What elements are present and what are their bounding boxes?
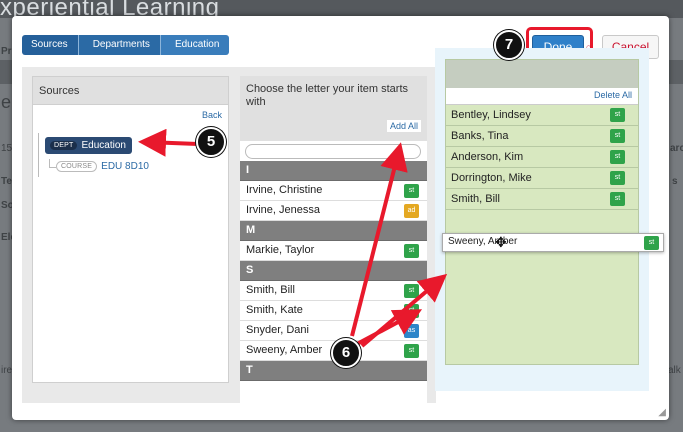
arrow-to-dept <box>138 128 199 157</box>
arrow-to-selected <box>360 273 448 348</box>
callout-7: 7 <box>494 30 524 60</box>
callout-6: 6 <box>331 338 361 368</box>
arrow-to-row <box>356 309 423 346</box>
arrow-to-add-all <box>350 142 408 337</box>
callout-5: 5 <box>196 127 226 157</box>
